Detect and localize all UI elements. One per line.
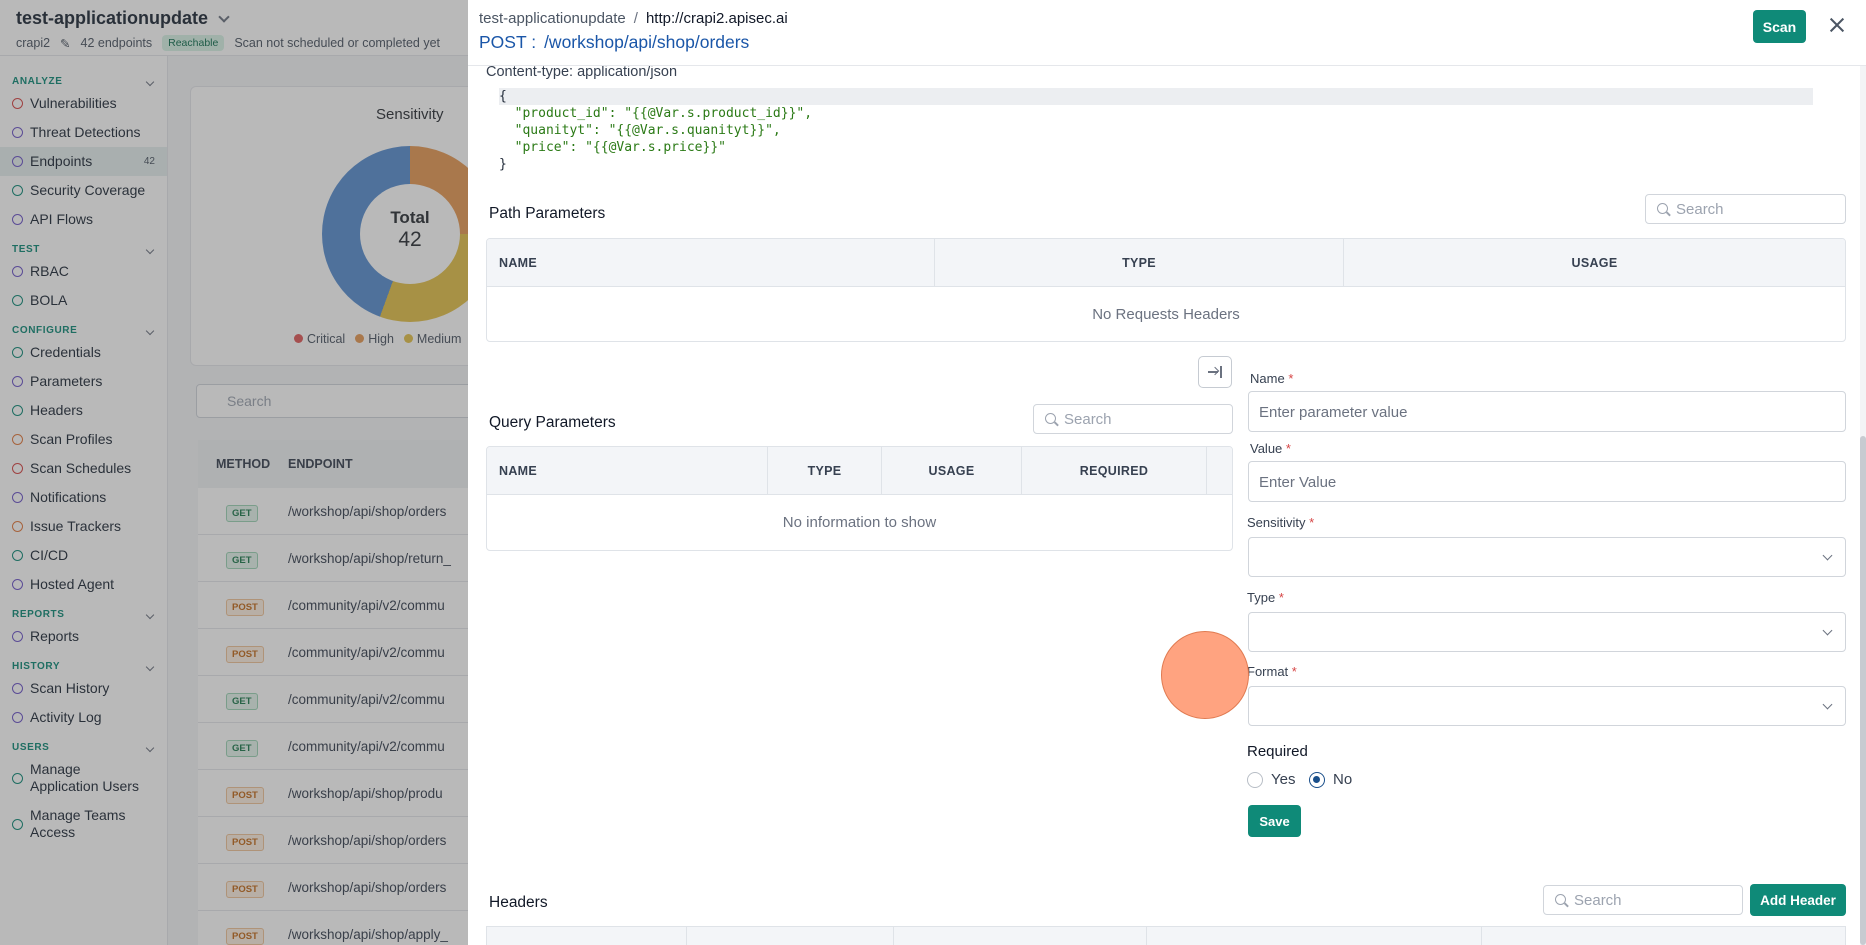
code-line: } [499, 157, 507, 172]
code-line: "product_id": "{{@Var.s.product_id}}", [499, 106, 813, 121]
scan-button[interactable]: Scan [1753, 10, 1806, 43]
content-type-label: Content-type: application/json [486, 64, 678, 80]
close-icon[interactable] [1826, 14, 1848, 36]
query-col-type: TYPE [768, 447, 882, 494]
endpoint-drawer: test-applicationupdate / http://crapi2.a… [468, 0, 1866, 945]
breadcrumb: test-applicationupdate / http://crapi2.a… [479, 10, 1856, 27]
radio-no[interactable] [1309, 771, 1325, 788]
breadcrumb-separator: / [633, 10, 638, 27]
code-line: "price": "{{@Var.s.price}}" [499, 140, 726, 155]
path-parameters-table: NAME TYPE USAGE No Requests Headers [486, 238, 1846, 342]
scrollbar-thumb[interactable] [1860, 436, 1866, 945]
radio-yes[interactable] [1247, 771, 1263, 788]
path-params-empty: No Requests Headers [1092, 306, 1240, 323]
code-line: { [499, 88, 1813, 105]
format-select[interactable] [1248, 686, 1846, 726]
drawer-header: test-applicationupdate / http://crapi2.a… [468, 0, 1866, 66]
chevron-down-icon [1822, 625, 1833, 636]
query-params-empty: No information to show [782, 514, 937, 531]
required-title: Required [1247, 743, 1308, 760]
path-col-type: TYPE [935, 239, 1344, 286]
path-col-name: NAME [487, 239, 935, 286]
search-icon [1045, 413, 1056, 424]
drawer-scrollbar[interactable] [1860, 66, 1866, 945]
sensitivity-field-label: Sensitivity * [1247, 515, 1315, 530]
query-col-name: NAME [487, 447, 768, 494]
chevron-down-icon [1822, 699, 1833, 710]
required-yes-option[interactable]: Yes [1247, 771, 1295, 788]
headers-search-input[interactable]: Search [1543, 885, 1743, 915]
endpoint-path: /workshop/api/shop/orders [544, 32, 750, 52]
query-col-required: REQUIRED [1022, 447, 1207, 494]
click-indicator [1161, 631, 1249, 719]
required-no-option[interactable]: No [1309, 771, 1352, 788]
name-field-label: Name * [1250, 371, 1294, 386]
path-params-search-placeholder: Search [1676, 201, 1724, 218]
query-col-usage: USAGE [882, 447, 1022, 494]
type-select[interactable] [1248, 612, 1846, 652]
name-input[interactable]: Enter parameter value [1248, 391, 1846, 432]
headers-table [486, 926, 1846, 945]
headers-search-placeholder: Search [1574, 892, 1622, 909]
breadcrumb-app[interactable]: test-applicationupdate [479, 10, 626, 27]
path-parameters-title: Path Parameters [489, 205, 606, 222]
add-header-button[interactable]: Add Header [1750, 884, 1846, 916]
radio-no-label: No [1333, 771, 1353, 788]
query-params-search-input[interactable]: Search [1033, 404, 1233, 434]
query-parameters-title: Query Parameters [489, 414, 616, 431]
headers-title: Headers [489, 894, 548, 911]
breadcrumb-url: http://crapi2.apisec.ai [645, 10, 788, 27]
path-col-usage: USAGE [1571, 255, 1618, 270]
search-icon [1657, 203, 1668, 214]
request-body-code: { "product_id": "{{@Var.s.product_id}}",… [499, 88, 1813, 173]
format-field-label: Format * [1247, 664, 1297, 679]
save-button[interactable]: Save [1248, 805, 1301, 837]
sensitivity-select[interactable] [1248, 537, 1846, 577]
search-icon [1555, 894, 1566, 905]
type-field-label: Type * [1247, 590, 1284, 605]
query-params-search-placeholder: Search [1064, 411, 1112, 428]
endpoint-method: POST : [479, 32, 537, 52]
code-line: "quanityt": "{{@Var.s.quanityt}}", [499, 123, 781, 138]
query-parameters-table: NAME TYPE USAGE REQUIRED No information … [486, 446, 1233, 551]
value-input[interactable]: Enter Value [1248, 461, 1846, 502]
radio-yes-label: Yes [1271, 771, 1296, 788]
chevron-down-icon [1822, 550, 1833, 561]
value-field-label: Value * [1250, 441, 1291, 456]
collapse-panel-button[interactable] [1198, 356, 1232, 388]
path-params-search-input[interactable]: Search [1645, 194, 1846, 224]
